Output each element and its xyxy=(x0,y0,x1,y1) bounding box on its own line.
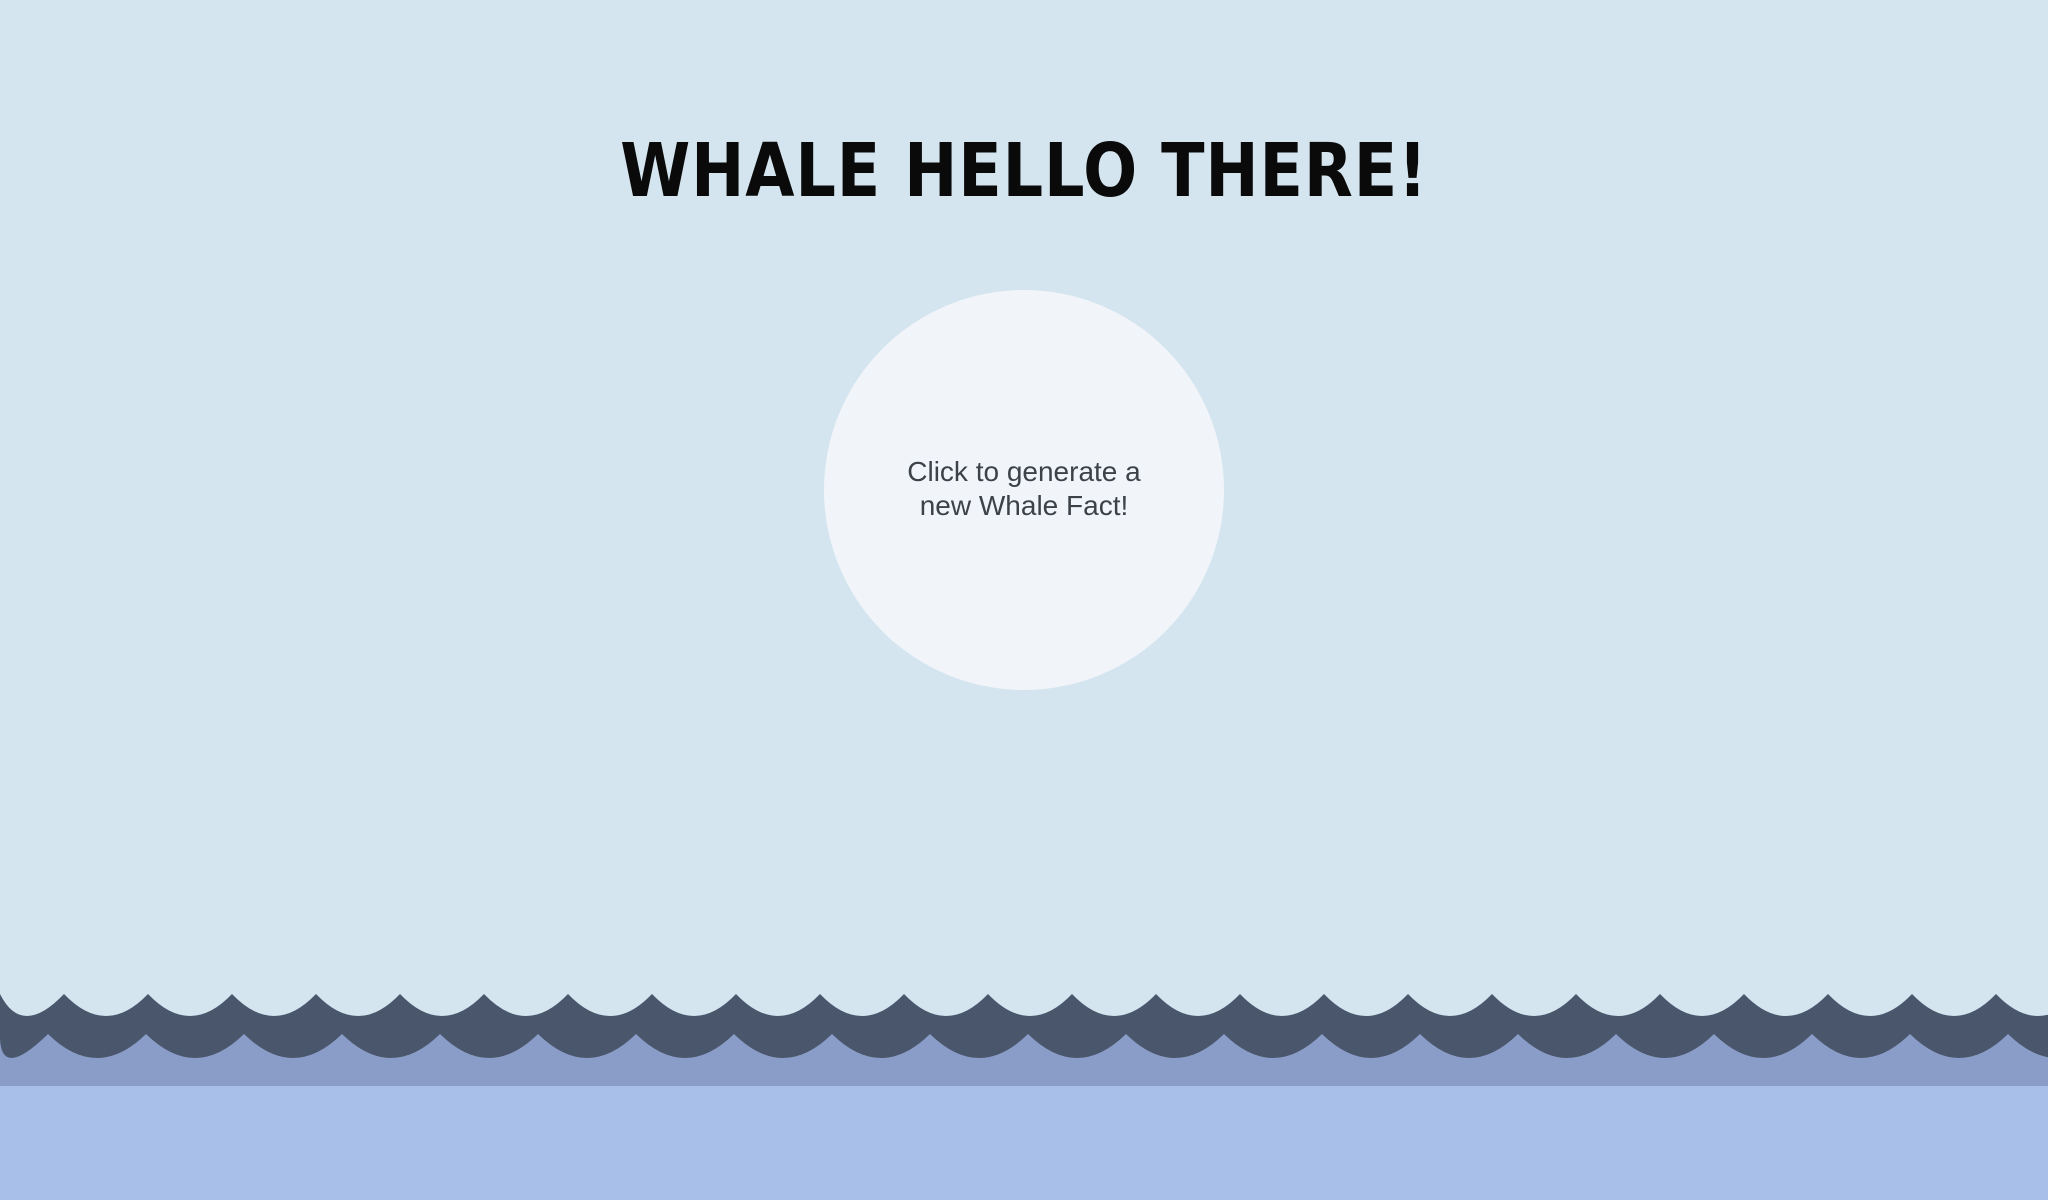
wave-layer-front xyxy=(0,1086,2048,1200)
generate-fact-button[interactable]: Click to generate a new Whale Fact! xyxy=(824,290,1224,690)
generate-fact-label: Click to generate a new Whale Fact! xyxy=(907,456,1141,521)
page: WHALE HELLO THERE! Click to generate a n… xyxy=(0,0,2048,1200)
ocean-waves xyxy=(0,994,2048,1200)
page-title: WHALE HELLO THERE! xyxy=(620,128,1428,214)
